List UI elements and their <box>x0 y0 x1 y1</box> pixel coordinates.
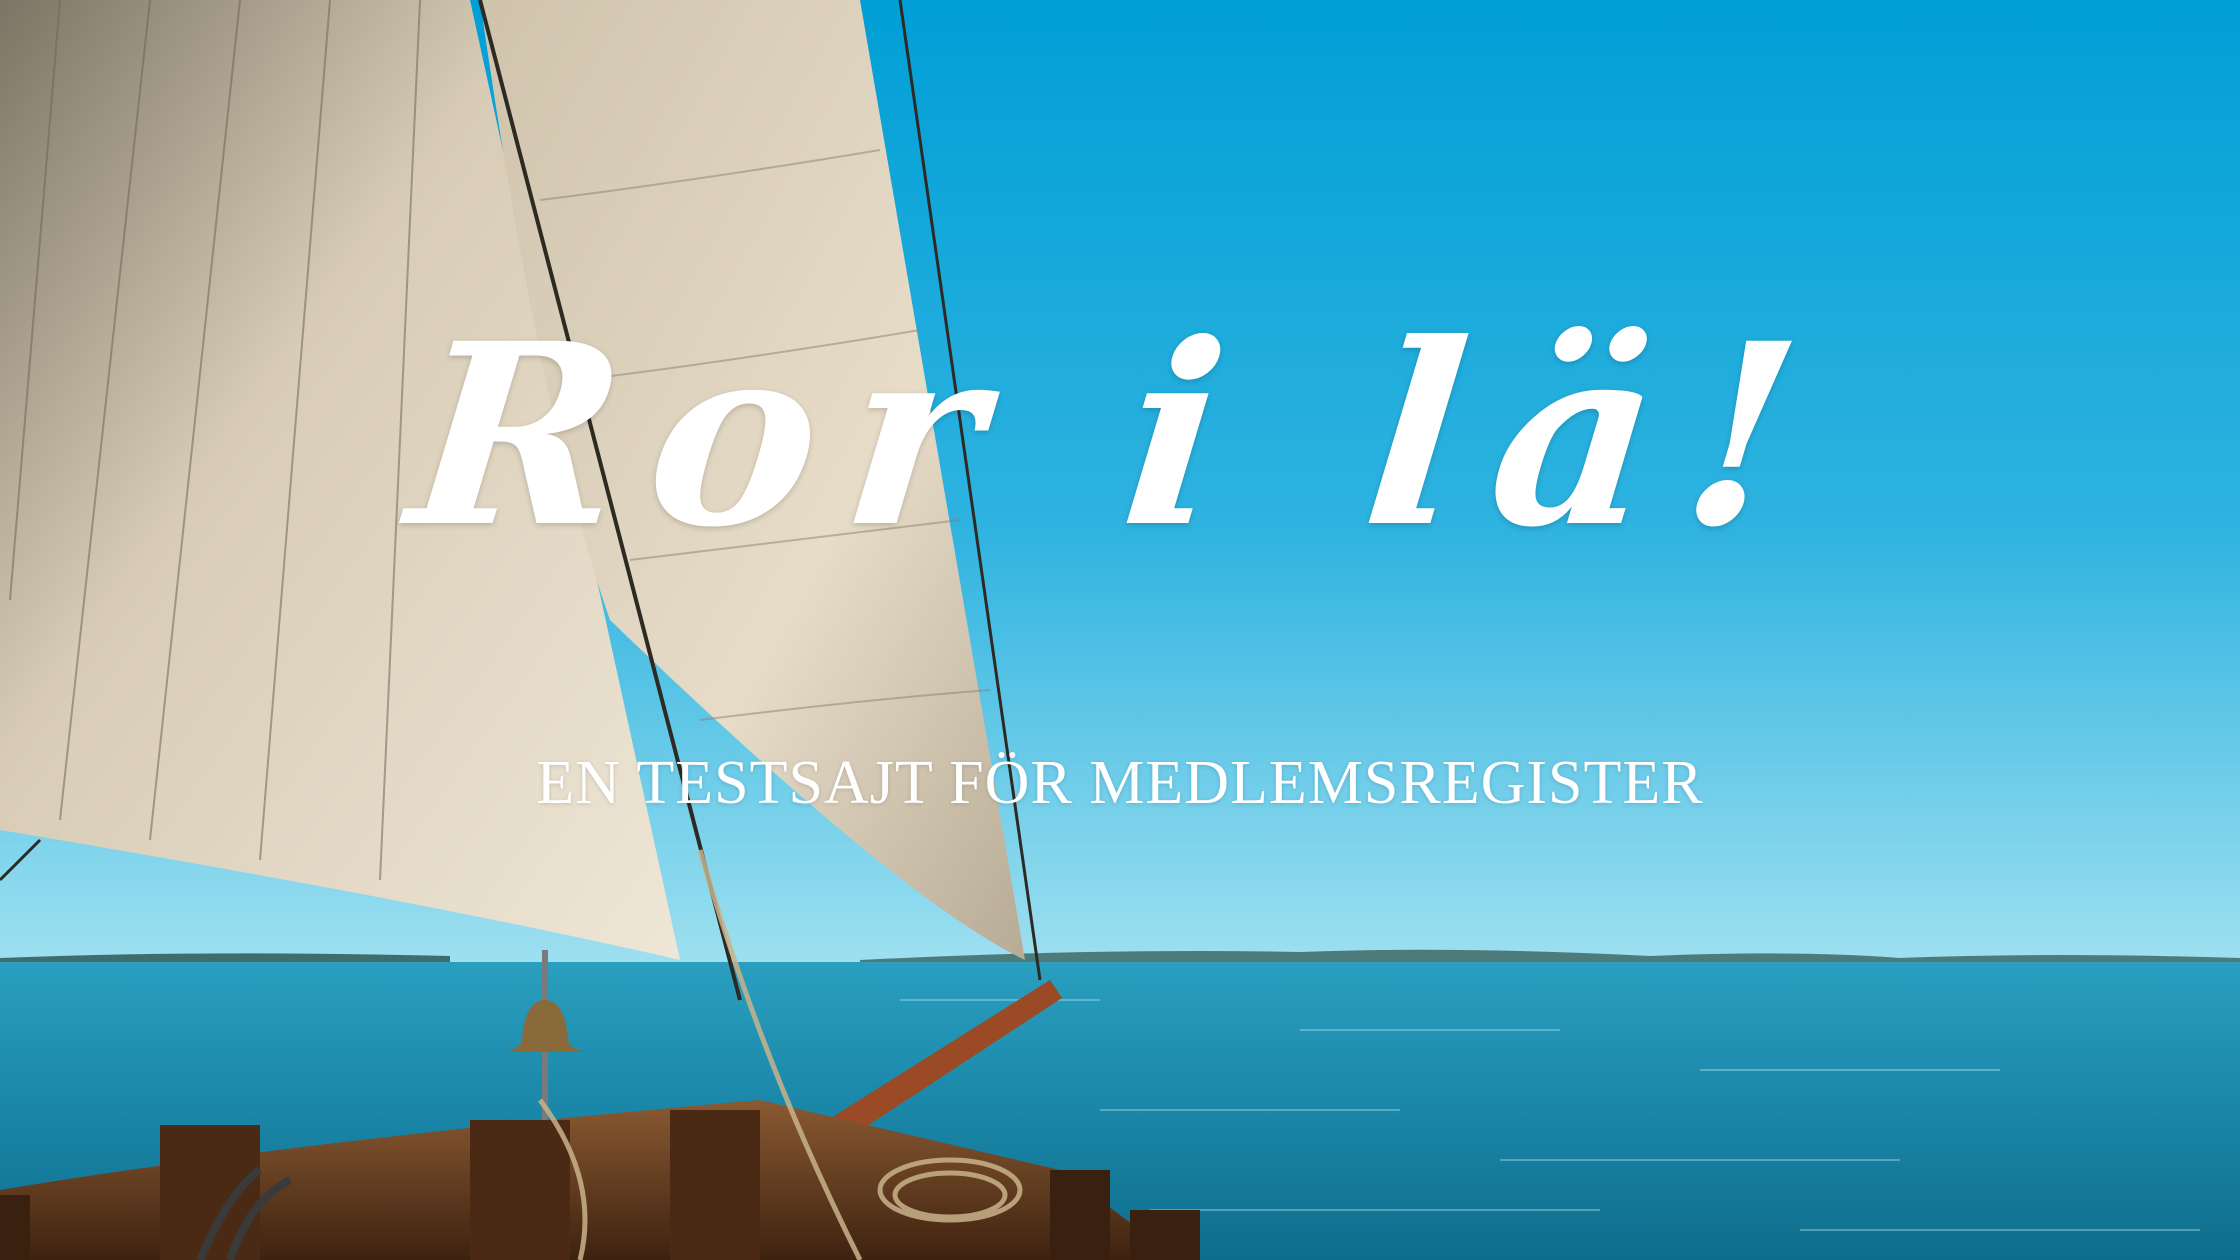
sailing-scene-image <box>0 0 2240 1260</box>
bollard <box>1050 1170 1110 1260</box>
hero-banner: Ror i lä! EN TESTSAJT FÖR MEDLEMSREGISTE… <box>0 0 2240 1260</box>
page-subtitle: EN TESTSAJT FÖR MEDLEMSREGISTER <box>536 749 1704 817</box>
page-title: Ror i lä! <box>398 288 1842 582</box>
bollard <box>470 1120 570 1260</box>
bollard <box>670 1110 760 1260</box>
